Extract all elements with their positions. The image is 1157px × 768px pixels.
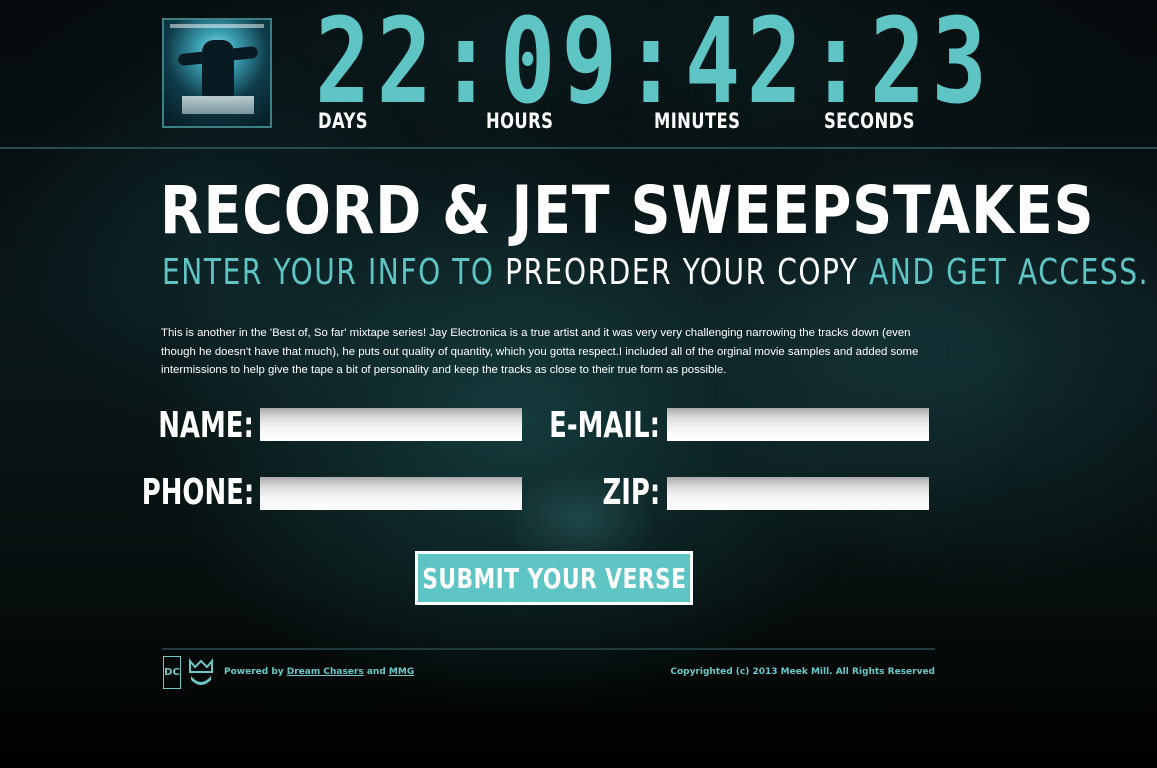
phone-field[interactable]: [260, 477, 522, 510]
album-cover-image: [162, 18, 272, 128]
powered-by-prefix: Powered by: [224, 667, 287, 677]
countdown-label-seconds: SECONDS: [824, 109, 915, 133]
submit-button-label: SUBMIT YOUR VERSE: [421, 561, 687, 595]
zip-field[interactable]: [667, 477, 929, 510]
and-text: and: [363, 667, 389, 677]
description-text: This is another in the 'Best of, So far'…: [161, 327, 919, 376]
subtitle-part-3: AND GET ACCESS.: [858, 252, 1150, 293]
header-divider: [0, 147, 1157, 149]
countdown-label-minutes: MINUTES: [654, 109, 741, 133]
zip-label: ZIP:: [602, 472, 660, 513]
email-field[interactable]: [667, 408, 929, 441]
mmg-link[interactable]: MMG: [389, 667, 414, 677]
phone-label: PHONE:: [141, 472, 254, 513]
dream-chasers-logo-icon: DC: [163, 656, 181, 689]
dc-logo-text: DC: [164, 667, 180, 678]
name-label: NAME:: [158, 405, 254, 446]
page-subtitle: ENTER YOUR INFO TO PREORDER YOUR COPY AN…: [162, 253, 1149, 293]
subtitle-part-1: ENTER YOUR INFO TO: [162, 252, 506, 293]
dream-chasers-link[interactable]: Dream Chasers: [287, 667, 364, 677]
mmg-logo-icon: [189, 658, 213, 685]
copyright-text: Copyrighted (c) 2013 Meek Mill. All Righ…: [670, 667, 935, 677]
email-label: E-MAIL:: [549, 405, 660, 446]
subtitle-part-2: PREORDER YOUR COPY: [505, 252, 859, 293]
countdown-label-hours: HOURS: [486, 109, 554, 133]
page-title: RECORD & JET SWEEPSTAKES: [160, 172, 1095, 249]
name-field[interactable]: [260, 408, 522, 441]
footer-divider: [162, 648, 935, 650]
powered-by-text: Powered by Dream Chasers and MMG: [224, 667, 414, 677]
countdown-label-days: DAYS: [318, 109, 368, 133]
submit-button[interactable]: SUBMIT YOUR VERSE: [415, 551, 693, 605]
countdown-timer: 22:09:42:23: [315, 0, 994, 130]
